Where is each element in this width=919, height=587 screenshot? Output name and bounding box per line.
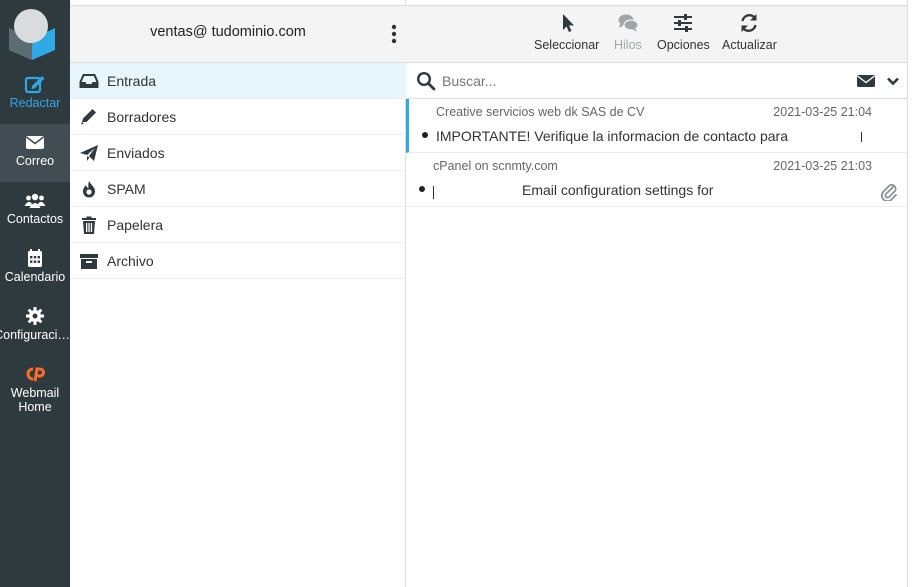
- folder-archive[interactable]: Archivo: [70, 243, 406, 279]
- message-subject: IMPORTANTE! Verifique la informacion de …: [436, 128, 788, 144]
- envelope-icon[interactable]: [856, 73, 876, 89]
- nav-compose-label: Redactar: [9, 96, 61, 110]
- search-icon[interactable]: [416, 71, 436, 91]
- folder-spam[interactable]: SPAM: [70, 171, 406, 207]
- message-toolbar: Seleccionar Hilos Opciones Actualizar: [406, 5, 907, 63]
- cursor-icon: [562, 14, 574, 32]
- nav-calendar[interactable]: Calendario: [0, 240, 70, 298]
- trash-icon: [82, 216, 96, 234]
- folder-label: Borradores: [107, 108, 177, 125]
- nav-settings[interactable]: Configuraci…: [0, 298, 70, 356]
- cpanel-icon: [26, 367, 45, 382]
- folder-list: Entrada Borradores Enviados SPAM Papeler…: [70, 63, 406, 279]
- fire-icon: [83, 180, 95, 197]
- nav-webmail-home-label: Webmail Home: [10, 386, 60, 414]
- pencil-icon: [81, 108, 96, 124]
- folder-pane-header: ventas@ tudominio.com: [70, 5, 406, 63]
- inbox-icon: [79, 73, 99, 88]
- folder-label: Entrada: [107, 72, 157, 89]
- folder-sent[interactable]: Enviados: [70, 135, 406, 171]
- sliders-icon: [674, 14, 693, 32]
- search-input[interactable]: [442, 71, 822, 91]
- nav-compose[interactable]: Redactar: [0, 66, 70, 124]
- envelope-icon: [26, 136, 44, 149]
- paperclip-icon: [880, 184, 897, 201]
- calendar-icon: [28, 249, 42, 267]
- compose-icon: [24, 76, 45, 94]
- message-pane: Seleccionar Hilos Opciones Actualizar Bu…: [406, 0, 907, 587]
- folder-label: Papelera: [107, 216, 164, 233]
- nav-webmail-home[interactable]: Webmail Home: [0, 356, 70, 416]
- redaction-mask: [718, 181, 858, 201]
- redaction-mask: [791, 127, 861, 147]
- folder-inbox[interactable]: Entrada: [70, 63, 406, 99]
- chevron-down-icon[interactable]: [886, 75, 900, 87]
- refresh-button[interactable]: Actualizar: [722, 12, 777, 52]
- folder-pane: ventas@ tudominio.com Entrada Borradores: [70, 0, 406, 587]
- search-bar: [406, 63, 907, 99]
- refresh-icon: [741, 14, 758, 32]
- threads-button[interactable]: Hilos: [614, 12, 642, 52]
- message-date: 2021-03-25 21:04: [773, 105, 872, 119]
- options-button-label: Opciones: [657, 38, 710, 52]
- nav-settings-label: Configuraci…: [0, 328, 70, 342]
- folder-label: Archivo: [107, 252, 154, 269]
- message-sender: Creative servicios web dk SAS de CV: [436, 105, 645, 119]
- select-button-label: Seleccionar: [534, 38, 600, 52]
- kebab-menu-icon[interactable]: [390, 24, 398, 44]
- comments-icon: [618, 14, 639, 32]
- main-nav: Redactar Correo Contactos Calendario Con…: [0, 0, 70, 587]
- gear-icon: [26, 307, 44, 325]
- folder-label: SPAM: [107, 180, 146, 197]
- nav-mail-label: Correo: [15, 154, 55, 168]
- nav-contacts[interactable]: Contactos: [0, 182, 70, 240]
- folder-label: Enviados: [107, 144, 165, 161]
- account-email: ventas@ tudominio.com: [150, 24, 306, 40]
- roundcube-logo-icon[interactable]: [5, 6, 59, 60]
- archive-icon: [80, 253, 98, 269]
- unread-dot-icon[interactable]: [422, 132, 428, 138]
- options-button[interactable]: Opciones: [657, 12, 710, 52]
- right-edge-pane: [907, 0, 919, 587]
- message-row[interactable]: Creative servicios web dk SAS de CV 2021…: [406, 99, 907, 153]
- users-icon: [24, 193, 46, 208]
- message-sender: cPanel on scnmty.com: [433, 159, 558, 173]
- message-date: 2021-03-25 21:03: [773, 159, 872, 173]
- refresh-button-label: Actualizar: [722, 38, 777, 52]
- message-subject: Email configuration settings for: [522, 182, 714, 198]
- paper-plane-icon: [80, 144, 98, 161]
- nav-contacts-label: Contactos: [6, 212, 64, 226]
- unread-dot-icon[interactable]: [419, 186, 425, 192]
- text-cursor: [433, 186, 434, 199]
- folder-drafts[interactable]: Borradores: [70, 99, 406, 135]
- select-button[interactable]: Seleccionar: [534, 12, 599, 52]
- threads-button-label: Hilos: [614, 38, 642, 52]
- message-row[interactable]: cPanel on scnmty.com 2021-03-25 21:03 Em…: [406, 153, 907, 207]
- text-cursor: [861, 132, 862, 142]
- nav-mail[interactable]: Correo: [0, 124, 70, 182]
- nav-calendar-label: Calendario: [4, 270, 66, 284]
- folder-trash[interactable]: Papelera: [70, 207, 406, 243]
